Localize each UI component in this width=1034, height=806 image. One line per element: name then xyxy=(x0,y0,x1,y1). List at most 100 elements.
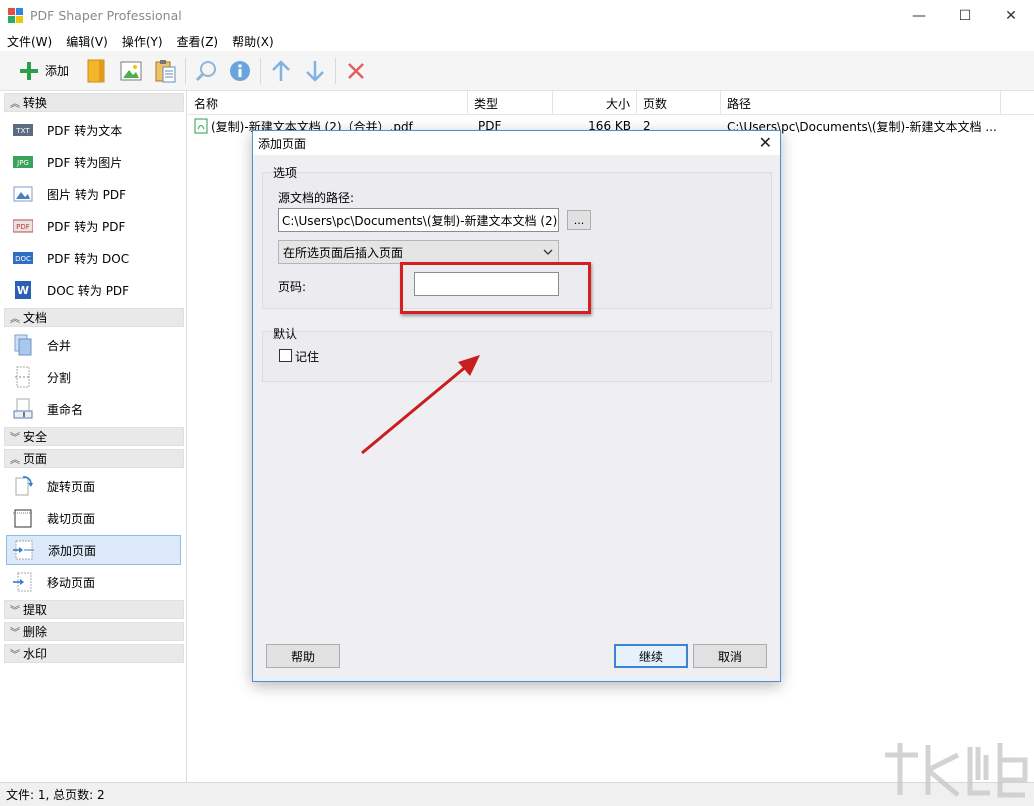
dialog-title-bar: 添加页面 ✕ xyxy=(253,131,780,155)
arrow-up-icon xyxy=(272,59,290,81)
chevron-down-icon: ︾ xyxy=(10,628,20,639)
remember-label: 记住 xyxy=(295,350,320,364)
menu-bar: 文件(W) 编辑(V) 操作(Y) 查看(Z) 帮助(X) xyxy=(0,31,1034,51)
group-extract[interactable]: ︾ 提取 xyxy=(4,600,184,619)
add-page-icon xyxy=(13,539,35,561)
browse-button[interactable]: ... xyxy=(567,210,591,230)
sidebar-item-label: 合并 xyxy=(47,338,72,353)
sidebar-item-pdf-to-image[interactable]: JPG PDF 转为图片 xyxy=(6,147,181,177)
chevron-down-icon: ︾ xyxy=(10,606,20,617)
sidebar-item-label: 裁切页面 xyxy=(47,511,96,526)
minimize-button[interactable]: — xyxy=(896,0,942,31)
sidebar-item-rename[interactable]: 重命名 xyxy=(6,394,181,424)
group-delete-label: 删除 xyxy=(23,625,48,639)
group-delete[interactable]: ︾ 删除 xyxy=(4,622,184,641)
move-up-button[interactable] xyxy=(264,55,298,87)
maximize-button[interactable]: ☐ xyxy=(942,0,988,31)
sidebar-item-merge[interactable]: 合并 xyxy=(6,330,181,360)
info-button[interactable] xyxy=(223,55,257,87)
sidebar-item-label: 添加页面 xyxy=(48,543,97,558)
column-path[interactable]: 路径 xyxy=(721,91,1001,115)
jpg-badge: JPG xyxy=(16,159,29,167)
sidebar-item-crop-page[interactable]: 裁切页面 xyxy=(6,503,181,533)
sidebar-item-label: PDF 转为文本 xyxy=(47,123,123,138)
image-button[interactable] xyxy=(114,55,148,87)
menu-help[interactable]: 帮助(X) xyxy=(225,33,281,50)
menu-file[interactable]: 文件(W) xyxy=(0,33,59,50)
paste-button[interactable] xyxy=(148,55,182,87)
move-down-button[interactable] xyxy=(298,55,332,87)
sidebar-item-label: 分割 xyxy=(47,370,72,385)
group-watermark[interactable]: ︾ 水印 xyxy=(4,644,184,663)
pdf-file-icon: PDF xyxy=(12,215,34,237)
sidebar-item-move-page[interactable]: 移动页面 xyxy=(6,567,181,597)
sidebar-item-rotate-page[interactable]: 旋转页面 xyxy=(6,471,181,501)
source-path-field[interactable]: C:\Users\pc\Documents\(复制)-新建文本文档 (2) xyxy=(278,208,559,232)
annotation-arrow-icon xyxy=(361,355,480,455)
group-watermark-label: 水印 xyxy=(23,647,48,661)
column-type[interactable]: 类型 xyxy=(468,91,553,115)
chevron-up-icon: ︽ xyxy=(10,99,20,110)
close-icon[interactable]: ✕ xyxy=(759,133,772,152)
group-convert[interactable]: ︽ 转换 xyxy=(4,93,184,112)
delete-x-icon xyxy=(348,62,364,79)
column-name[interactable]: 名称 xyxy=(188,91,468,115)
close-window-button[interactable]: ✕ xyxy=(988,0,1034,31)
sidebar-item-pdf-to-doc[interactable]: DOC PDF 转为 DOC xyxy=(6,243,181,273)
continue-button[interactable]: 继续 xyxy=(614,644,688,668)
menu-view[interactable]: 查看(Z) xyxy=(170,33,226,50)
watermark-logo-icon xyxy=(885,743,1028,798)
sidebar-item-pdf-to-text[interactable]: TXT PDF 转为文本 xyxy=(6,115,181,145)
insert-mode-select[interactable]: 在所选页面后插入页面 xyxy=(278,240,559,264)
column-pages[interactable]: 页数 xyxy=(637,91,721,115)
word-badge: W xyxy=(17,284,29,297)
cancel-button[interactable]: 取消 xyxy=(693,644,767,668)
menu-action[interactable]: 操作(Y) xyxy=(115,33,170,50)
toolbar-separator xyxy=(260,57,261,84)
sidebar-item-label: PDF 转为 PDF xyxy=(47,219,126,234)
image-icon xyxy=(120,61,142,80)
group-security[interactable]: ︾ 安全 xyxy=(4,427,184,446)
group-security-label: 安全 xyxy=(23,430,48,444)
sidebar-item-add-page[interactable]: 添加页面 xyxy=(6,535,181,565)
pdf-file-icon xyxy=(194,118,208,134)
chevron-up-icon: ︽ xyxy=(10,455,20,466)
sidebar-item-label: 旋转页面 xyxy=(47,479,96,494)
dialog-title: 添加页面 xyxy=(258,136,307,151)
open-document-button[interactable] xyxy=(80,55,114,87)
add-button[interactable]: 添加 xyxy=(8,55,80,87)
sidebar-item-doc-to-pdf[interactable]: W DOC 转为 PDF xyxy=(6,275,181,305)
chevron-up-icon: ︽ xyxy=(10,314,20,325)
toolbar-separator xyxy=(185,57,186,84)
status-bar: 文件: 1, 总页数: 2 xyxy=(0,782,1034,806)
column-size[interactable]: 大小 xyxy=(553,91,637,115)
remove-button[interactable] xyxy=(339,55,373,87)
group-convert-label: 转换 xyxy=(23,96,48,110)
default-group-label: 默认 xyxy=(273,327,298,341)
sidebar-item-image-to-pdf[interactable]: 图片 转为 PDF xyxy=(6,179,181,209)
insert-mode-value: 在所选页面后插入页面 xyxy=(283,245,404,260)
arrow-down-icon xyxy=(306,60,324,82)
options-group-label: 选项 xyxy=(273,166,298,180)
help-button[interactable]: 帮助 xyxy=(266,644,340,668)
title-bar: PDF Shaper Professional — ☐ ✕ xyxy=(0,0,1034,31)
remember-checkbox[interactable] xyxy=(279,349,292,362)
group-page[interactable]: ︽ 页面 xyxy=(4,449,184,468)
sidebar-item-split[interactable]: 分割 xyxy=(6,362,181,392)
menu-edit[interactable]: 编辑(V) xyxy=(59,33,115,50)
file-list-header: 名称 类型 大小 页数 路径 xyxy=(188,91,1034,115)
search-button[interactable] xyxy=(189,55,223,87)
group-page-label: 页面 xyxy=(23,452,48,466)
page-number-label: 页码: xyxy=(278,280,307,294)
toolbar: 添加 xyxy=(0,51,1034,91)
source-path-label: 源文档的路径: xyxy=(278,191,355,205)
sidebar-item-pdf-to-pdf[interactable]: PDF PDF 转为 PDF xyxy=(6,211,181,241)
group-document[interactable]: ︽ 文档 xyxy=(4,308,184,327)
rotate-page-icon xyxy=(12,475,34,497)
doc-file-icon: DOC xyxy=(12,247,34,269)
plus-icon xyxy=(19,61,38,80)
sidebar-item-label: DOC 转为 PDF xyxy=(47,283,130,298)
split-icon xyxy=(12,366,34,388)
status-text: 文件: 1, 总页数: 2 xyxy=(6,788,105,802)
sidebar-item-label: PDF 转为 DOC xyxy=(47,251,130,266)
